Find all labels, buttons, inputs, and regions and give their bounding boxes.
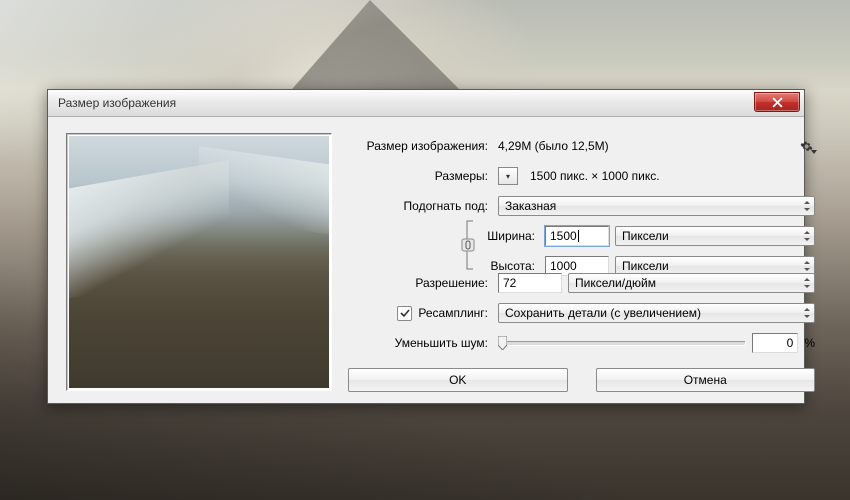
dialog-titlebar[interactable]: Размер изображения xyxy=(48,90,804,117)
dimensions-value: 1500 пикс. × 1000 пикс. xyxy=(530,169,660,183)
preview-image[interactable] xyxy=(69,136,329,388)
resample-label: Ресамплинг: xyxy=(418,306,488,320)
resolution-unit-select[interactable]: Пиксели/дюйм xyxy=(568,273,815,293)
dimensions-unit-toggle[interactable]: ▾ xyxy=(498,167,518,185)
ok-label: OK xyxy=(449,373,466,387)
dimensions-label: Размеры: xyxy=(348,169,492,183)
preview-frame xyxy=(66,133,332,391)
dialog-body: Размер изображения: 4,29M (было 12,5M) Р… xyxy=(48,117,804,404)
width-value: 1500 xyxy=(550,229,577,243)
settings-menu-button[interactable] xyxy=(797,137,815,155)
resample-method-select[interactable]: Сохранить детали (с увеличением) xyxy=(498,303,815,323)
size-value: 4,29M (было 12,5M) xyxy=(498,139,609,153)
close-icon xyxy=(772,97,783,108)
fit-to-select[interactable]: Заказная xyxy=(498,196,815,216)
size-label: Размер изображения: xyxy=(348,139,492,153)
cancel-label: Отмена xyxy=(684,373,727,387)
resolution-input[interactable]: 72 xyxy=(498,273,562,293)
link-dimensions-toggle[interactable] xyxy=(461,225,475,264)
dialog-title: Размер изображения xyxy=(58,96,754,110)
height-value: 1000 xyxy=(550,259,577,273)
gear-icon xyxy=(800,140,813,153)
slider-thumb-icon xyxy=(498,336,507,350)
resolution-label: Разрешение: xyxy=(348,276,492,290)
fit-to-value: Заказная xyxy=(505,199,556,213)
fit-to-label: Подогнать под: xyxy=(348,199,492,213)
height-unit-value: Пиксели xyxy=(622,259,669,273)
width-unit-select[interactable]: Пиксели xyxy=(615,226,815,246)
resolution-unit-value: Пиксели/дюйм xyxy=(575,276,656,290)
image-size-dialog: Размер изображения Размер изображения: 4… xyxy=(47,89,805,404)
close-button[interactable] xyxy=(754,92,800,112)
reduce-noise-value: 0 xyxy=(787,336,794,350)
reduce-noise-label: Уменьшить шум: xyxy=(348,336,492,350)
width-input[interactable]: 1500 xyxy=(545,226,609,246)
percent-label: % xyxy=(804,336,815,350)
resample-method-value: Сохранить детали (с увеличением) xyxy=(505,306,701,320)
cancel-button[interactable]: Отмена xyxy=(596,368,816,392)
width-label: Ширина: xyxy=(477,229,539,243)
width-unit-value: Пиксели xyxy=(622,229,669,243)
height-label: Высота: xyxy=(477,259,539,273)
resolution-value: 72 xyxy=(503,276,516,290)
resample-label-group: Ресамплинг: xyxy=(348,306,492,321)
reduce-noise-slider[interactable] xyxy=(498,334,746,352)
reduce-noise-input[interactable]: 0 xyxy=(752,333,798,353)
form-area: Размер изображения: 4,29M (было 12,5M) Р… xyxy=(348,133,815,392)
resample-checkbox[interactable] xyxy=(397,306,412,321)
check-icon xyxy=(400,308,410,318)
ok-button[interactable]: OK xyxy=(348,368,568,392)
